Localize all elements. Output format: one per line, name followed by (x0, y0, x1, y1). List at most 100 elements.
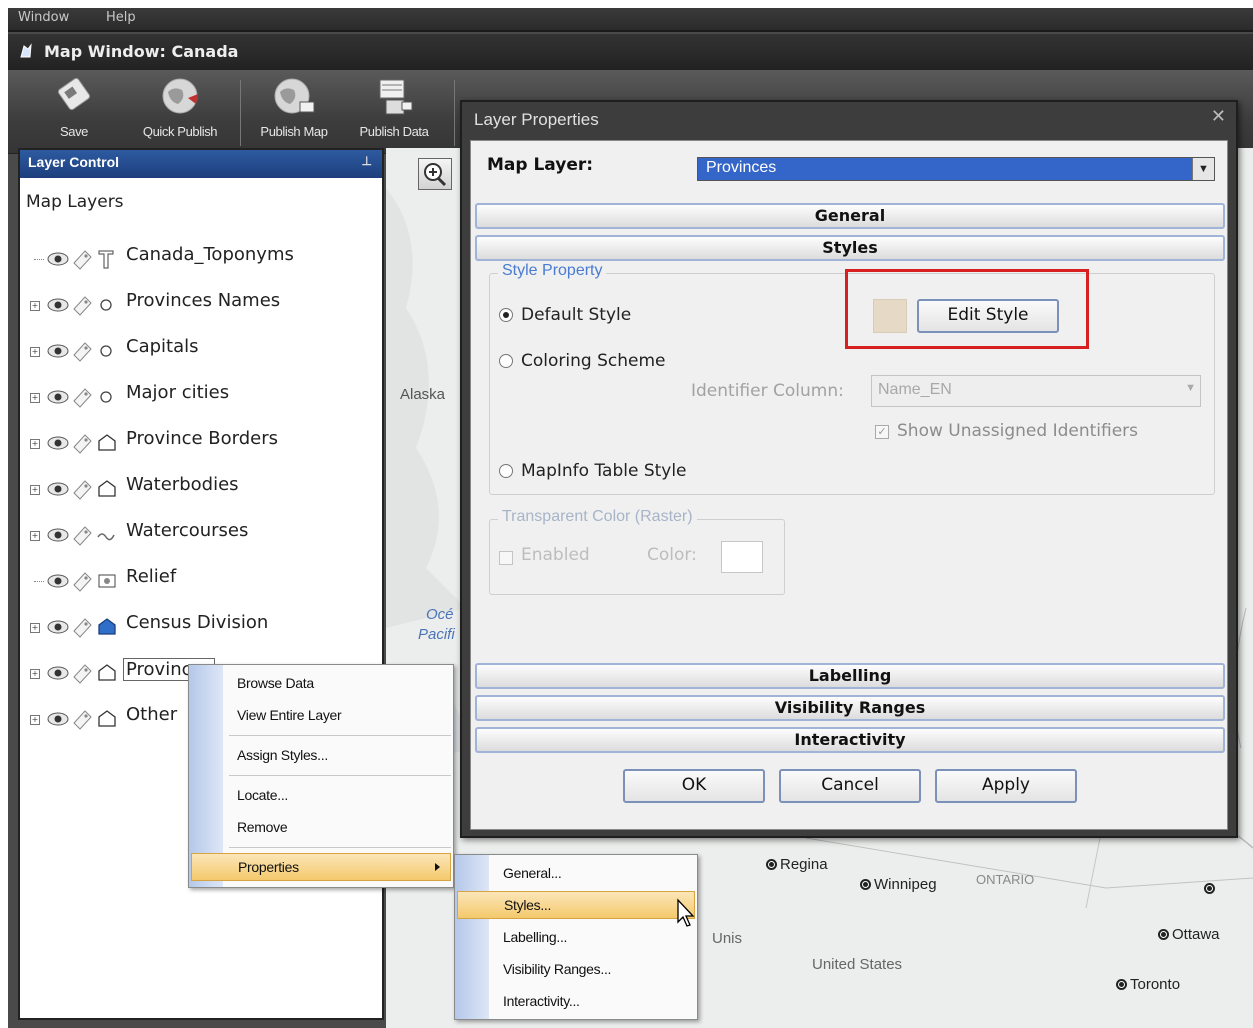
highlight-box (845, 269, 1089, 349)
map-layer-select[interactable]: Provinces ▼ (697, 157, 1215, 181)
polygon-filled-icon (96, 616, 118, 643)
expand-icon[interactable]: + (30, 531, 40, 541)
visibility-eye-icon[interactable] (46, 618, 70, 641)
layer-row[interactable]: + Census Division (20, 612, 380, 660)
layer-row[interactable]: Canada_Toponyms (20, 244, 380, 292)
expand-icon[interactable]: + (30, 393, 40, 403)
close-icon[interactable]: ✕ (1211, 106, 1226, 127)
apply-button[interactable]: Apply (935, 769, 1077, 803)
label-tag-icon[interactable] (70, 661, 94, 692)
menu-item-locate[interactable]: Locate... (237, 787, 288, 803)
chevron-down-icon[interactable]: ▼ (1192, 158, 1214, 180)
default-style-label: Default Style (521, 305, 632, 325)
default-style-radio[interactable]: Default Style (499, 305, 631, 325)
window-title: Map Window: Canada (44, 42, 239, 61)
expand-icon[interactable]: + (30, 485, 40, 495)
expand-icon[interactable]: + (30, 301, 40, 311)
label-tag-icon[interactable] (70, 707, 94, 738)
coloring-scheme-radio[interactable]: Coloring Scheme (499, 351, 665, 371)
menu-item-remove[interactable]: Remove (237, 819, 288, 835)
menu-window[interactable]: Window (18, 10, 69, 25)
enabled-checkbox[interactable] (499, 551, 513, 565)
label-tag-icon[interactable] (70, 339, 94, 370)
layer-row[interactable]: + Waterbodies (20, 474, 380, 522)
zoom-in-button[interactable] (418, 158, 452, 190)
expand-icon[interactable]: + (30, 715, 40, 725)
label-tag-icon[interactable] (70, 431, 94, 462)
layer-row[interactable]: + Provinces Names (20, 290, 380, 338)
visibility-eye-icon[interactable] (46, 480, 70, 503)
text-icon (96, 248, 116, 275)
map-window-icon (20, 43, 32, 58)
visibility-eye-icon[interactable] (46, 296, 70, 319)
layer-row[interactable]: + Watercourses (20, 520, 380, 568)
section-general[interactable]: General (475, 203, 1225, 229)
visibility-eye-icon[interactable] (46, 388, 70, 411)
expand-icon[interactable]: + (30, 439, 40, 449)
submenu-item-styles[interactable]: Styles... (457, 891, 695, 919)
map-label-unis: Unis (712, 930, 743, 947)
coloring-scheme-label: Coloring Scheme (521, 351, 666, 371)
dialog-title: Layer Properties (474, 110, 599, 129)
publish-map-button[interactable]: Publish Map (246, 76, 342, 152)
identifier-column-select[interactable]: Name_EN ▼ (871, 375, 1201, 407)
layer-row[interactable]: + Major cities (20, 382, 380, 430)
visibility-eye-icon[interactable] (46, 526, 70, 549)
label-tag-icon[interactable] (70, 247, 94, 278)
expand-icon[interactable]: + (30, 669, 40, 679)
zoom-in-icon (424, 163, 447, 187)
section-labelling[interactable]: Labelling (475, 663, 1225, 689)
label-tag-icon[interactable] (70, 385, 94, 416)
submenu-item-interactivity[interactable]: Interactivity... (503, 993, 580, 1009)
label-tag-icon[interactable] (70, 523, 94, 554)
visibility-eye-icon[interactable] (46, 434, 70, 457)
label-tag-icon[interactable] (70, 615, 94, 646)
label-tag-icon[interactable] (70, 293, 94, 324)
section-interactivity[interactable]: Interactivity (475, 727, 1225, 753)
menu-item-browse-data[interactable]: Browse Data (237, 675, 314, 691)
menu-bar: Window Help (8, 8, 1253, 32)
visibility-eye-icon[interactable] (46, 250, 70, 273)
point-icon (96, 294, 116, 321)
layer-row[interactable]: + Province Borders (20, 428, 380, 476)
cancel-button[interactable]: Cancel (779, 769, 921, 803)
submenu-item-labelling[interactable]: Labelling... (503, 929, 567, 945)
city-marker-icon (860, 879, 871, 890)
city-label: Regina (766, 856, 828, 873)
map-label-ocean: Pacifi (418, 626, 455, 643)
expand-icon[interactable]: + (30, 347, 40, 357)
quick-publish-button[interactable]: Quick Publish (132, 76, 228, 152)
visibility-eye-icon[interactable] (46, 342, 70, 365)
map-layers-root[interactable]: Map Layers (20, 178, 382, 216)
mapinfo-table-style-radio[interactable]: MapInfo Table Style (499, 461, 687, 481)
visibility-eye-icon[interactable] (46, 710, 70, 733)
transparent-color-legend: Transparent Color (Raster) (498, 508, 697, 526)
label-tag-icon[interactable] (70, 569, 94, 600)
layer-row[interactable]: Relief (20, 566, 380, 614)
menu-help[interactable]: Help (106, 10, 136, 25)
ok-button[interactable]: OK (623, 769, 765, 803)
save-button[interactable]: Save (26, 76, 122, 152)
submenu-item-visibility-ranges[interactable]: Visibility Ranges... (503, 961, 611, 977)
pin-icon[interactable]: ⊥ (362, 154, 372, 168)
menu-item-assign-styles[interactable]: Assign Styles... (237, 747, 328, 763)
submenu-item-general[interactable]: General... (503, 865, 562, 881)
submenu-item-styles-label: Styles... (504, 897, 552, 913)
section-styles[interactable]: Styles (475, 235, 1225, 261)
show-unassigned-checkbox[interactable]: ✓ (875, 425, 889, 439)
section-visibility-ranges[interactable]: Visibility Ranges (475, 695, 1225, 721)
map-window-titlebar: Map Window: Canada (8, 34, 1253, 70)
visibility-eye-icon[interactable] (46, 664, 70, 687)
label-tag-icon[interactable] (70, 477, 94, 508)
visibility-eye-icon[interactable] (46, 572, 70, 595)
transparent-color-picker[interactable] (721, 541, 763, 573)
menu-item-view-entire-layer[interactable]: View Entire Layer (237, 707, 342, 723)
quick-publish-label: Quick Publish (142, 124, 218, 139)
menu-item-properties[interactable]: Properties (191, 853, 451, 881)
layer-row[interactable]: + Capitals (20, 336, 380, 384)
identifier-column-value: Name_EN (878, 381, 952, 398)
publish-data-button[interactable]: Publish Data (346, 76, 442, 152)
submenu-arrow-icon (435, 863, 440, 871)
expand-icon[interactable]: + (30, 623, 40, 633)
globe-icon (162, 78, 198, 114)
